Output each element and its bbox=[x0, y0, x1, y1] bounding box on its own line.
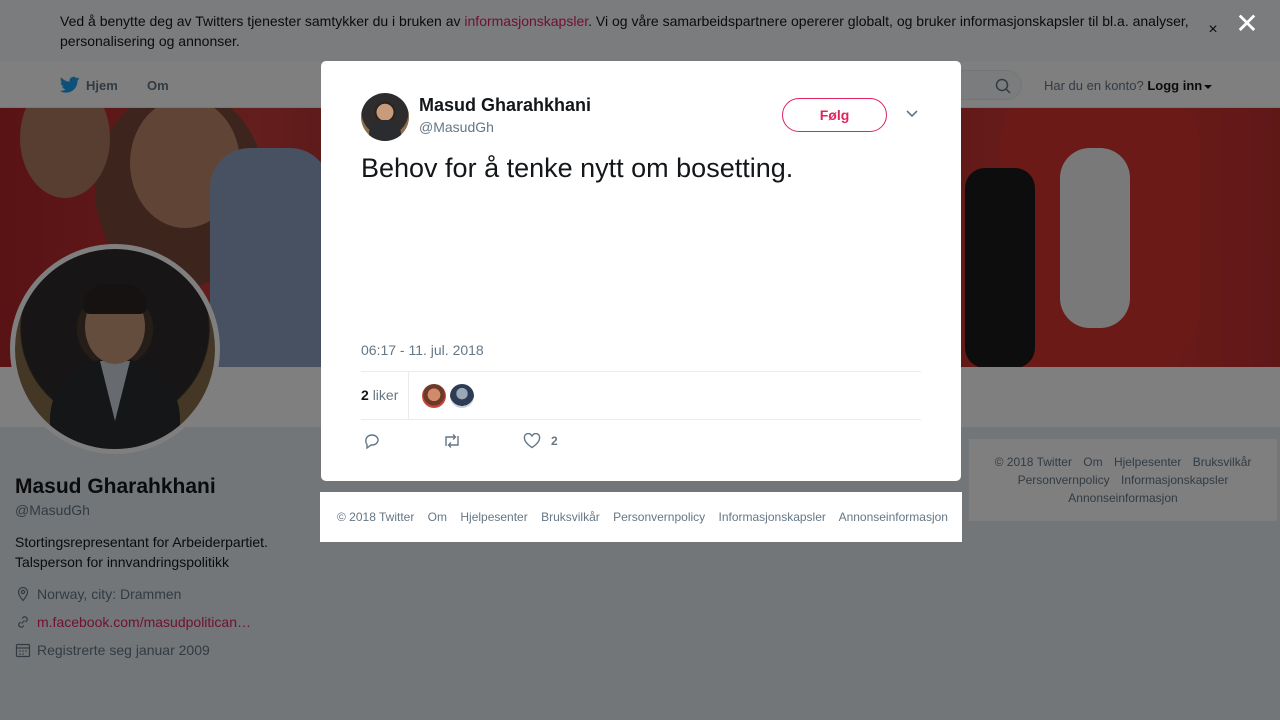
retweet-icon bbox=[445, 434, 459, 448]
chevron-down-icon[interactable] bbox=[905, 109, 919, 119]
modal-footer-link-help[interactable]: Hjelpesenter bbox=[460, 510, 527, 524]
liker-avatar-2[interactable] bbox=[450, 384, 474, 408]
modal-footer-link-ads[interactable]: Annonseinformasjon bbox=[839, 510, 948, 524]
reply-button[interactable] bbox=[363, 433, 391, 449]
like-count: 2 bbox=[551, 434, 558, 448]
like-button[interactable]: 2 bbox=[523, 433, 558, 449]
tweet-text: Behov for å tenke nytt om bosetting. bbox=[361, 153, 794, 183]
tweet-author-name[interactable]: Masud Gharahkhani bbox=[419, 95, 591, 116]
tweet-timestamp[interactable]: 06:17 - 11. jul. 2018 bbox=[361, 342, 484, 358]
likes-label: liker bbox=[372, 387, 399, 403]
likes-count: 2 bbox=[361, 387, 369, 403]
follow-button[interactable]: Følg bbox=[782, 98, 887, 132]
modal-footer-link-privacy[interactable]: Personvernpolicy bbox=[613, 510, 705, 524]
heart-icon bbox=[523, 433, 541, 449]
divider bbox=[361, 419, 921, 420]
modal-footer: © 2018 Twitter Om Hjelpesenter Bruksvilk… bbox=[320, 492, 962, 542]
tweet-modal: Masud Gharahkhani @MasudGh Følg Behov fo… bbox=[321, 61, 961, 481]
modal-footer-link-terms[interactable]: Bruksvilkår bbox=[541, 510, 600, 524]
modal-footer-copyright: © 2018 Twitter bbox=[337, 510, 415, 524]
modal-footer-link-cookies[interactable]: Informasjonskapsler bbox=[719, 510, 826, 524]
tweet-author-avatar[interactable] bbox=[361, 93, 409, 141]
liker-avatar-1[interactable] bbox=[422, 384, 446, 408]
divider bbox=[361, 371, 921, 372]
tweet-avatar-suit bbox=[369, 120, 401, 141]
close-modal-icon[interactable]: ✕ bbox=[1234, 10, 1260, 38]
tweet-likes-stat[interactable]: 2 liker bbox=[361, 387, 398, 403]
divider bbox=[408, 372, 409, 420]
modal-footer-link-about[interactable]: Om bbox=[428, 510, 447, 524]
tweet-author-handle[interactable]: @MasudGh bbox=[419, 119, 494, 135]
reply-icon bbox=[365, 434, 379, 449]
retweet-button[interactable] bbox=[442, 433, 472, 449]
